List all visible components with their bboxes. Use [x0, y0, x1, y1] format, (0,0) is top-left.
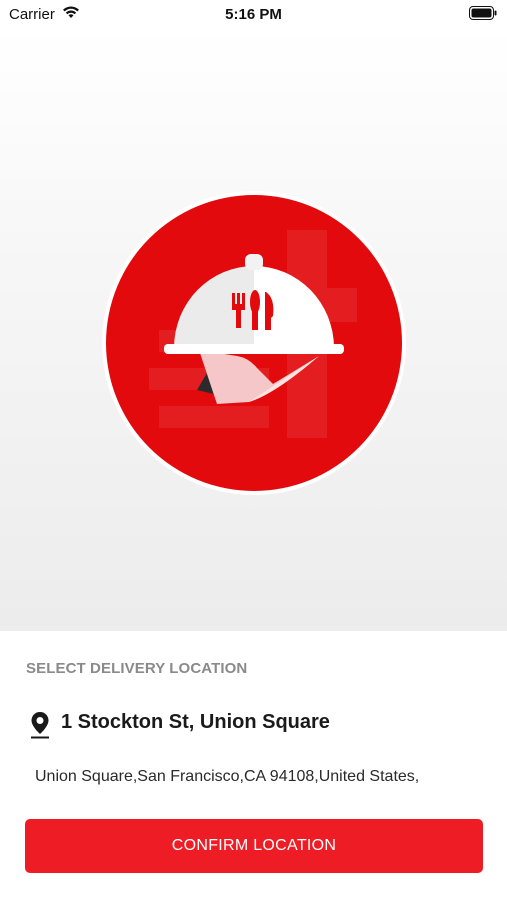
- address-title: 1 Stockton St, Union Square: [61, 711, 330, 733]
- status-time: 5:16 PM: [225, 6, 282, 23]
- hero-banner: [0, 28, 507, 631]
- status-bar: Carrier 5:16 PM: [0, 0, 507, 28]
- section-label: SELECT DELIVERY LOCATION: [26, 660, 248, 677]
- serving-cloche-logo: [102, 191, 406, 495]
- battery-icon: [469, 6, 497, 20]
- address-full: Union Square,San Francisco,CA 94108,Unit…: [35, 768, 420, 785]
- confirm-location-button[interactable]: CONFIRM LOCATION: [25, 819, 483, 873]
- location-sheet: SELECT DELIVERY LOCATION 1 Stockton St, …: [0, 631, 507, 900]
- location-pin-icon: [31, 712, 49, 739]
